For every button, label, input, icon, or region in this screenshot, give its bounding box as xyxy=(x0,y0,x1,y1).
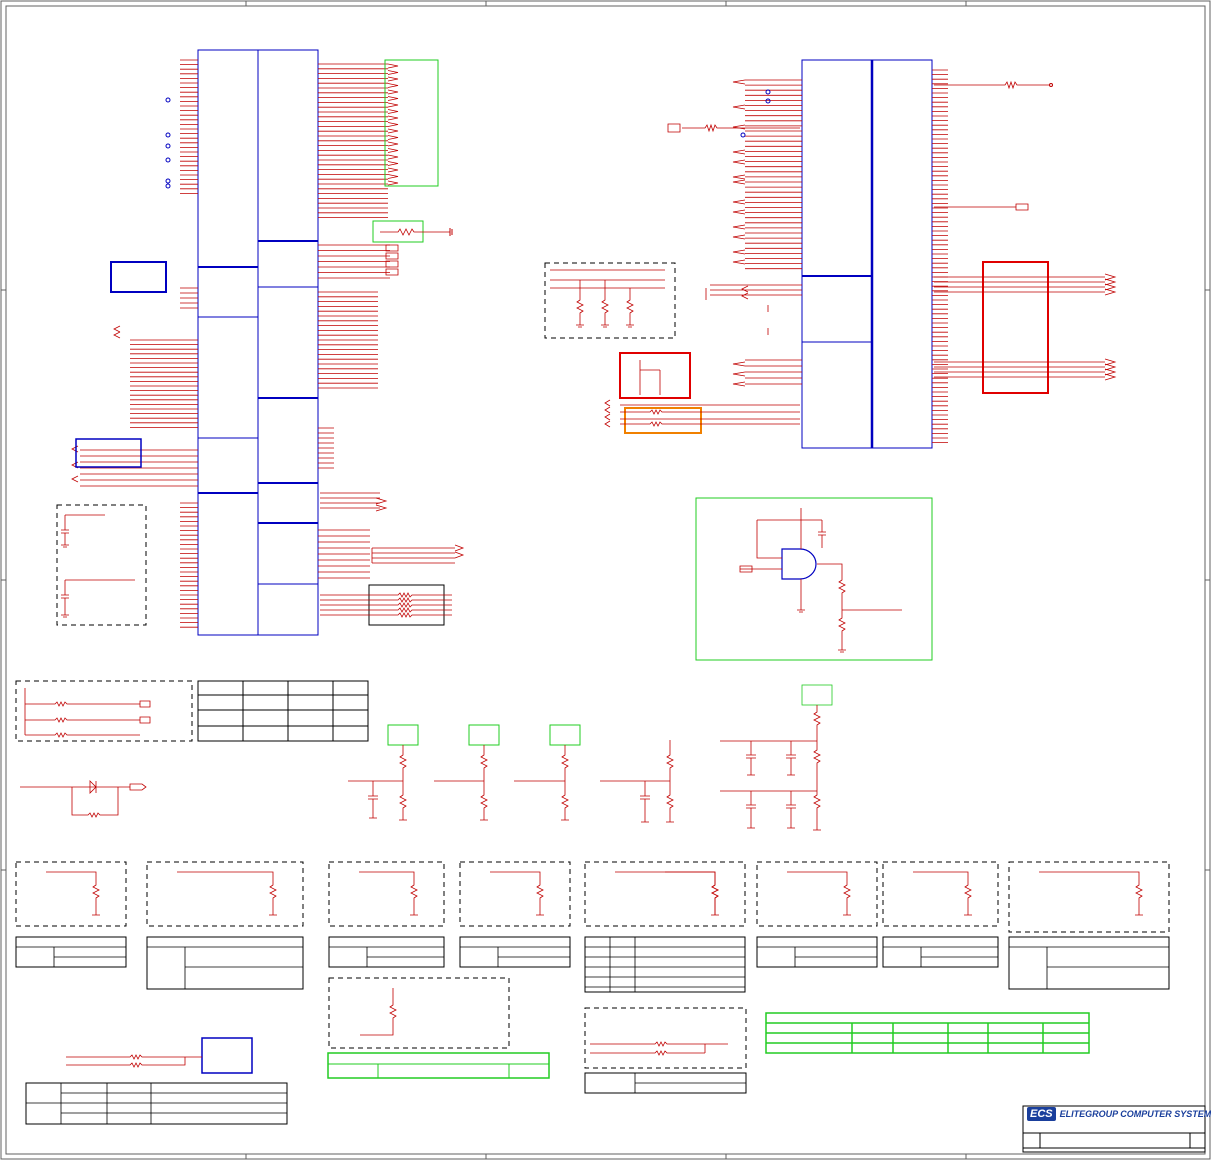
left-ic-right-bus xyxy=(320,492,455,564)
right-ic-top-net-end xyxy=(1049,83,1053,87)
company-name: ELITEGROUP COMPUTER SYSTEMS xyxy=(1059,1109,1211,1119)
option-resistor xyxy=(490,871,544,916)
capacitor-ladder xyxy=(720,684,833,831)
right-bus-lines xyxy=(934,273,1117,381)
right-ic-body xyxy=(801,59,933,449)
option-table-grid xyxy=(329,946,444,967)
left-ground-arrow xyxy=(449,228,453,236)
schematic-sheet xyxy=(0,0,1211,1160)
option-table xyxy=(459,936,571,968)
option-table-grid xyxy=(460,946,570,967)
option-resistor xyxy=(615,871,719,916)
option-resistor xyxy=(177,871,277,916)
option-table xyxy=(584,936,746,993)
option-table xyxy=(328,936,445,968)
option-table xyxy=(882,936,999,968)
left-ic-port-arrows xyxy=(375,63,465,559)
pullup-cap-box xyxy=(387,724,419,746)
green-summary-table xyxy=(765,1012,1090,1054)
right-ic-pins xyxy=(705,69,948,443)
option-table-grid xyxy=(757,946,877,967)
left-bus-group xyxy=(384,59,439,187)
right-ic-port-arrows xyxy=(732,79,746,387)
logic-gate-block xyxy=(695,497,933,661)
option-resistor xyxy=(1039,871,1143,916)
left-block-b xyxy=(75,438,142,468)
right-ic-net-207 xyxy=(934,203,1029,211)
pullup-resistor xyxy=(600,740,674,823)
option-resistor xyxy=(787,871,851,916)
option-table-grid xyxy=(147,946,303,989)
pullup-cap-box xyxy=(549,724,581,746)
right-ic-pin-lines xyxy=(705,69,948,443)
jumper-block xyxy=(15,680,193,742)
pullup-resistor-groups xyxy=(348,724,674,823)
option-dashed-box xyxy=(1008,861,1170,933)
company-logo: ECS ELITEGROUP COMPUTER SYSTEMS xyxy=(1027,1105,1211,1123)
left-ic-body xyxy=(197,49,319,636)
middle-dashed-block xyxy=(544,262,676,339)
option-table xyxy=(15,936,127,968)
left-block-a xyxy=(110,261,167,293)
pullup-resistor xyxy=(514,745,569,821)
resistor-pack xyxy=(320,592,452,618)
option-table-grid xyxy=(1009,946,1169,989)
option-table-grid xyxy=(16,946,126,967)
red-highlight-box xyxy=(619,352,691,399)
option-table-grid xyxy=(883,946,998,967)
option-table xyxy=(756,936,878,968)
pullup-resistor xyxy=(434,745,488,821)
bottom-left-circuit xyxy=(25,1037,288,1125)
left-ic-pins xyxy=(71,59,465,628)
left-resistor xyxy=(380,228,450,236)
option-resistor xyxy=(359,871,418,916)
option-table xyxy=(146,936,304,990)
option-boxes xyxy=(15,861,1170,993)
left-net-dots xyxy=(165,97,171,189)
pullup-cap-box xyxy=(468,724,500,746)
series-resistor-block xyxy=(584,1007,747,1094)
option-resistor xyxy=(913,871,972,916)
option-table-grid xyxy=(585,937,745,992)
left-decoupling-box xyxy=(56,504,147,626)
strap-table xyxy=(197,680,369,742)
highlight-box-nets xyxy=(604,360,800,428)
bottom-center-block xyxy=(327,977,550,1079)
option-resistor xyxy=(46,871,100,916)
option-table xyxy=(1008,936,1170,990)
pullup-resistor xyxy=(348,745,407,821)
right-ic-top-net xyxy=(934,80,1050,90)
option-resistor xyxy=(665,871,719,915)
pullup-cap xyxy=(368,781,378,819)
left-ic-pin-lines xyxy=(71,59,390,628)
logo-mark: ECS xyxy=(1027,1107,1056,1121)
right-ic-net-dots xyxy=(740,89,771,138)
diode-circuit xyxy=(20,780,147,818)
